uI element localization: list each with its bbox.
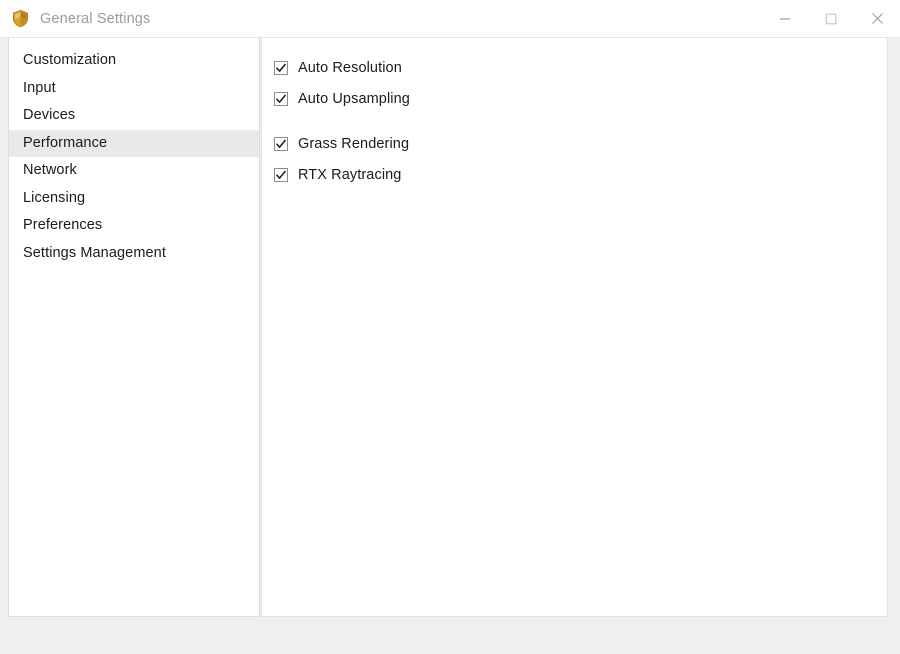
sidebar-item-customization[interactable]: Customization (9, 47, 259, 75)
sidebar-item-label: Input (23, 79, 56, 96)
checkbox-auto-upsampling[interactable] (274, 91, 288, 106)
option-row-rtx-raytracing[interactable]: RTX Raytracing (274, 159, 887, 190)
shield-icon (11, 9, 30, 28)
minimize-button[interactable] (762, 0, 808, 37)
option-label-auto-upsampling: Auto Upsampling (298, 90, 410, 107)
sidebar-item-network[interactable]: Network (9, 157, 259, 185)
option-label-rtx-raytracing: RTX Raytracing (298, 166, 402, 183)
option-row-auto-resolution[interactable]: Auto Resolution (274, 52, 887, 83)
checkbox-auto-resolution[interactable] (274, 60, 288, 75)
sidebar-item-label: Preferences (23, 217, 103, 233)
option-label-grass-rendering: Grass Rendering (298, 135, 410, 152)
sidebar-item-input[interactable]: Input (9, 75, 259, 103)
sidebar-item-licensing[interactable]: Licensing (9, 185, 259, 213)
title-bar: General Settings (0, 0, 900, 38)
option-row-grass-rendering[interactable]: Grass Rendering (274, 128, 887, 159)
sidebar-item-preferences[interactable]: Preferences (9, 212, 259, 240)
close-button[interactable] (854, 0, 900, 37)
settings-content-panel: Auto Resolution Auto Upsampling Grass Re… (261, 38, 888, 617)
sidebar-item-label: Devices (23, 107, 76, 123)
sidebar-item-performance[interactable]: Performance (9, 129, 259, 157)
option-row-auto-upsampling[interactable]: Auto Upsampling (274, 83, 887, 114)
option-group-resolution: Auto Resolution Auto Upsampling (274, 52, 887, 114)
sidebar-item-label: Performance (23, 134, 108, 151)
window-title: General Settings (40, 10, 151, 27)
window-footer (0, 617, 900, 654)
title-bar-left: General Settings (0, 9, 150, 28)
checkbox-grass-rendering[interactable] (274, 136, 288, 151)
sidebar-item-devices[interactable]: Devices (9, 102, 259, 130)
option-label-auto-resolution: Auto Resolution (298, 59, 402, 76)
sidebar-item-settings-management[interactable]: Settings Management (9, 240, 259, 268)
window-controls (762, 0, 900, 38)
checkbox-rtx-raytracing[interactable] (274, 167, 288, 182)
sidebar-item-label: Customization (23, 52, 117, 68)
maximize-button[interactable] (808, 0, 854, 37)
sidebar-item-label: Network (23, 162, 77, 178)
option-group-rendering: Grass Rendering RTX Raytracing (274, 128, 887, 190)
sidebar-item-label: Licensing (23, 189, 86, 206)
settings-window: General Settings Customization Input Dev… (0, 0, 900, 654)
settings-sidebar: Customization Input Devices Performance … (8, 38, 260, 617)
sidebar-item-label: Settings Management (23, 244, 166, 261)
